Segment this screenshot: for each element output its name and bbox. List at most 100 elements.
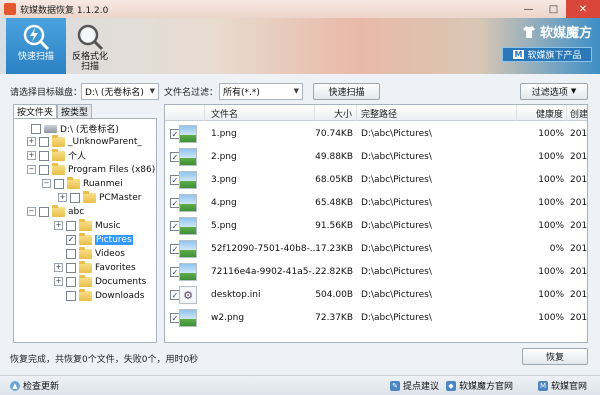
header-size[interactable]: 大小 — [315, 105, 357, 121]
table-row[interactable]: ✓w2.png72.37KBD:\abc\Pictures\100%2015 — [165, 307, 587, 329]
name-filter-select[interactable]: 所有(*.*) ▼ — [219, 82, 303, 100]
tree-expander-icon[interactable]: − — [42, 179, 51, 188]
tree-checkbox[interactable]: ✓ — [66, 234, 76, 245]
cell-path: D:\abc\Pictures\ — [361, 290, 432, 300]
cell-created: 2015 — [570, 175, 588, 185]
tree-node-label: Program Files (x86) — [68, 164, 156, 175]
tree-node[interactable]: + PCMaster — [58, 190, 141, 204]
tree-checkbox[interactable] — [54, 178, 64, 189]
tree-checkbox[interactable] — [70, 192, 80, 203]
tree-node[interactable]: Downloads — [54, 288, 144, 302]
tree-node[interactable]: ✓ Pictures — [54, 232, 133, 246]
tab-by-folder[interactable]: 按文件夹 — [13, 104, 58, 118]
tree-node-label: 个人 — [68, 152, 87, 162]
cell-created: 2015 — [570, 198, 588, 208]
image-thumbnail-icon — [179, 194, 197, 212]
check-update-link[interactable]: ▲ 检查更新 — [10, 379, 59, 392]
table-row[interactable]: ✓4.png65.48KBD:\abc\Pictures\100%2015 — [165, 192, 588, 214]
cell-name: 5.png — [211, 221, 237, 231]
tree-node[interactable]: + _UnknowParent_ — [27, 134, 142, 148]
tree-checkbox[interactable] — [39, 206, 49, 217]
tree-node[interactable]: D:\ (无卷标名) — [19, 122, 119, 135]
cell-health: 0% — [549, 244, 564, 254]
recover-button[interactable]: 恢复 — [522, 348, 588, 365]
ruanmei-products-label: 软媒旗下产品 — [527, 51, 582, 61]
quick-scan-button[interactable]: 快速扫描 — [313, 82, 380, 100]
header-health[interactable]: 健康度 — [517, 105, 567, 121]
maximize-button[interactable]: □ — [541, 0, 566, 18]
status-text: 恢复完成，共恢复0个文件，失败0个，用时0秒 — [10, 355, 199, 365]
header-name[interactable]: 文件名 — [205, 105, 315, 121]
tshirt-icon — [522, 25, 535, 38]
tree-node[interactable]: Videos — [54, 246, 125, 260]
folder-icon — [52, 134, 65, 147]
cell-size: 70.74KB — [315, 129, 353, 139]
cell-health: 100% — [538, 221, 564, 231]
header-created[interactable]: 创建 — [567, 105, 587, 121]
ruanmei-products-button[interactable]: M 软媒旗下产品 — [502, 47, 592, 62]
table-row[interactable]: ✓ ⚙ desktop.ini 504.00B D:\abc\Pictures\ 100%… — [165, 284, 587, 306]
minimize-button[interactable]: — — [516, 0, 541, 18]
tree-node[interactable]: + 个人 — [27, 148, 87, 162]
folder-icon — [52, 204, 65, 217]
folder-panel-tabs: 按文件夹 按类型 — [13, 104, 157, 118]
cell-name: desktop.ini — [211, 290, 261, 300]
table-row[interactable]: ✓2.png49.88KBD:\abc\Pictures\100%2015 — [165, 146, 587, 168]
tree-node[interactable]: − abc — [27, 204, 84, 218]
tree-checkbox[interactable] — [39, 136, 49, 147]
tree-expander-icon[interactable]: + — [54, 277, 63, 286]
tree-checkbox[interactable] — [39, 150, 49, 161]
tree-expander-icon[interactable]: − — [27, 207, 36, 216]
tree-checkbox[interactable] — [66, 276, 76, 287]
tree-node[interactable]: + Music — [54, 218, 121, 232]
tree-node[interactable]: − Program Files (x86) — [27, 162, 156, 176]
cell-name: 4.png — [211, 198, 237, 208]
tree-expander-icon[interactable]: + — [58, 193, 67, 202]
image-thumbnail-icon — [179, 240, 197, 258]
tree-expander-icon[interactable]: + — [27, 137, 36, 146]
table-row[interactable]: ✓3.png68.05KBD:\abc\Pictures\100%2015 — [165, 169, 588, 191]
ruanmei-m-icon: M — [512, 50, 525, 59]
filter-options-button[interactable]: 过滤选项 ▼ — [520, 82, 588, 100]
tree-node[interactable]: + Favorites — [54, 260, 136, 274]
tree-expander-icon[interactable]: + — [54, 263, 63, 272]
bottom-bar: ▲ 检查更新 ✎ 提点建议 ◆ 软媒魔方官网 M 软媒官网 — [0, 375, 600, 395]
tree-expander-icon[interactable]: + — [54, 221, 63, 230]
folder-icon — [79, 260, 92, 273]
tree-node[interactable]: + Documents — [54, 274, 146, 288]
folder-icon — [79, 288, 92, 301]
cell-created: 2015 — [570, 244, 588, 254]
tree-checkbox[interactable] — [39, 164, 49, 175]
tree-expander-icon[interactable]: − — [27, 165, 36, 174]
table-row[interactable]: ✓1.png70.74KBD:\abc\Pictures\100%2015 — [165, 123, 587, 145]
official-site-link[interactable]: ◆ 软媒魔方官网 — [446, 379, 513, 392]
quick-scan-tab[interactable]: 快速扫描 — [6, 18, 66, 74]
tree-node[interactable]: − Ruanmei — [42, 176, 123, 190]
cube-icon: ◆ — [446, 380, 456, 391]
feedback-link[interactable]: ✎ 提点建议 — [390, 379, 439, 392]
tab-by-type[interactable]: 按类型 — [57, 104, 93, 118]
cell-size: 22.82KB — [315, 267, 353, 277]
ruanmei-m-icon: M — [538, 380, 548, 391]
check-update-label: 检查更新 — [23, 382, 60, 392]
table-row[interactable]: ✓ 72116e4a-9902-41a5-... 22.82KB D:\abc\Pic… — [165, 261, 587, 283]
cell-size: 68.05KB — [315, 175, 353, 185]
tree-checkbox[interactable] — [66, 290, 76, 301]
cell-path: D:\abc\Pictures\ — [361, 244, 432, 254]
tree-checkbox[interactable] — [66, 262, 76, 273]
table-row[interactable]: ✓ 52f12090-7501-40b8-... 17.23KB D:\abc\Pic… — [165, 238, 588, 260]
cell-path: D:\abc\Pictures\ — [361, 267, 432, 277]
ruanmei-site-link[interactable]: M 软媒官网 — [538, 379, 587, 392]
disk-select[interactable]: D:\ (无卷标名) ▼ — [81, 82, 159, 100]
format-scan-tab[interactable]: 反格式化 扫描 — [60, 18, 120, 74]
close-button[interactable]: ✕ — [566, 0, 600, 18]
tree-expander-icon[interactable]: + — [27, 151, 36, 160]
header-path[interactable]: 完整路径 — [357, 105, 517, 121]
image-thumbnail-icon — [179, 217, 197, 235]
tree-checkbox[interactable] — [31, 123, 41, 134]
tree-checkbox[interactable] — [66, 248, 76, 259]
table-row[interactable]: ✓5.png91.56KBD:\abc\Pictures\100%2015 — [165, 215, 587, 237]
tree-node-label: Pictures — [95, 234, 133, 245]
folder-panel: 按文件夹 按类型 D:\ (无卷标名) + _UnknowParent_ + 个人 − Pr… — [13, 104, 157, 343]
tree-checkbox[interactable] — [66, 220, 76, 231]
